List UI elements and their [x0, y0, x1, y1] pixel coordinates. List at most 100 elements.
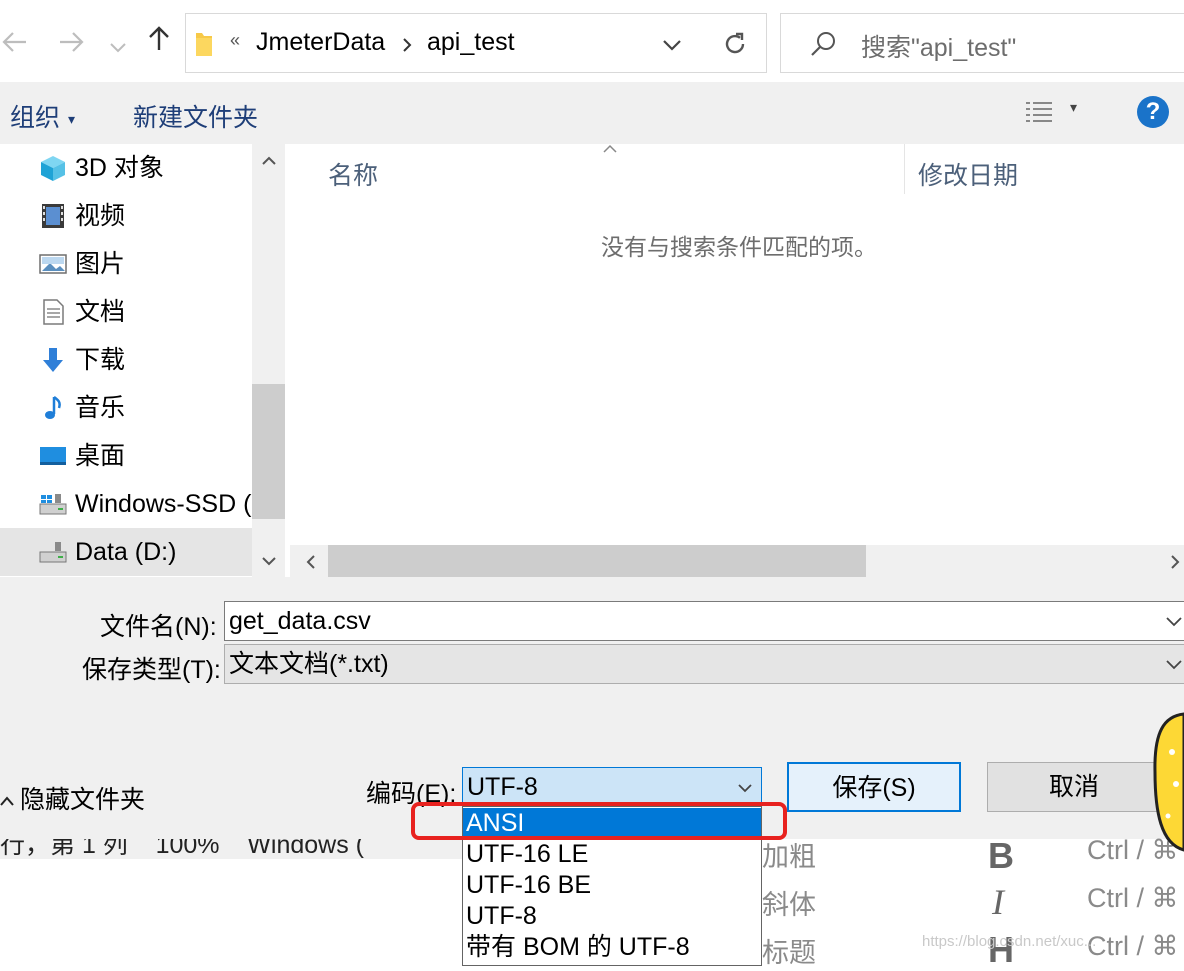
caret-down-icon: ▾ [1070, 99, 1078, 115]
folder-icon [196, 33, 212, 56]
up-button[interactable] [148, 22, 170, 62]
horizontal-scrollbar[interactable] [290, 545, 1184, 577]
drive-icon [39, 542, 67, 563]
back-button[interactable] [2, 24, 28, 64]
bold-icon: B [988, 835, 1014, 876]
sidebar-item-pictures[interactable]: 图片 [38, 242, 250, 286]
sort-ascending-icon [603, 144, 617, 153]
desktop-icon [40, 447, 66, 465]
sidebar-item-music[interactable]: 音乐 [38, 386, 250, 430]
sidebar-item-label: 音乐 [75, 394, 126, 422]
encoding-option-utf8-bom[interactable]: 带有 BOM 的 UTF-8 [463, 932, 761, 963]
forward-button[interactable] [58, 24, 84, 64]
sidebar-item-desktop[interactable]: 桌面 [38, 434, 250, 478]
navigation-pane: 3D 对象 视频 图片 文档 下载 音乐 桌面 Windows-SSD (Da… [0, 144, 285, 577]
hide-folders-label: 隐藏文件夹 [20, 786, 146, 814]
sidebar-item-downloads[interactable]: 下载 [38, 338, 250, 382]
sidebar-item-data-d[interactable]: Data (D:) [38, 530, 250, 574]
command-toolbar: 组织 ▾ 新建文件夹 ▾ ? [0, 82, 1184, 144]
drive-icon [39, 494, 67, 515]
cancel-button[interactable]: 取消 [987, 762, 1161, 812]
background-menu-heading-label: 标题 [762, 938, 816, 968]
navigation-bar: « JmeterData api_test 搜索"api_test" [0, 0, 1184, 82]
filename-label: 文件名(N): [100, 613, 217, 641]
recent-locations-button[interactable] [110, 24, 126, 64]
sidebar-item-documents[interactable]: 文档 [38, 290, 250, 334]
save-form: 文件名(N): get_data.csv 保存类型(T): 文本文档(*.txt… [0, 577, 1184, 839]
details-view-icon [1026, 102, 1052, 122]
filetype-select[interactable]: 文本文档(*.txt) [224, 644, 1184, 684]
arrow-up-icon [149, 26, 169, 50]
music-icon [45, 395, 61, 419]
sidebar-item-3d-objects[interactable]: 3D 对象 [38, 146, 250, 190]
sticker-decoration [1153, 712, 1184, 852]
encoding-option-utf16be[interactable]: UTF-16 BE [463, 870, 761, 901]
arrow-left-icon [2, 32, 26, 52]
chevron-down-icon[interactable] [1165, 616, 1183, 628]
sidebar-item-label: 视频 [75, 202, 126, 230]
view-options-button[interactable]: ▾ [1024, 99, 1077, 130]
sidebar-item-label: 3D 对象 [75, 154, 164, 182]
arrow-right-icon [60, 32, 84, 52]
column-header-modified[interactable]: 修改日期 [918, 156, 1018, 192]
downloads-icon [43, 348, 63, 372]
chevron-down-icon [738, 784, 752, 793]
scroll-down-icon[interactable] [262, 556, 276, 566]
help-button[interactable]: ? [1137, 96, 1169, 128]
sidebar-item-windows-ssd[interactable]: Windows-SSD ( [38, 482, 252, 526]
scrollbar-thumb[interactable] [252, 384, 285, 519]
search-input[interactable]: 搜索"api_test" [861, 28, 1016, 64]
sidebar-item-label: Data (D:) [75, 538, 177, 566]
caret-down-icon: ▾ [68, 110, 76, 127]
breadcrumb-overflow[interactable]: « [230, 30, 240, 51]
pictures-icon [39, 254, 67, 274]
filename-value: get_data.csv [229, 607, 371, 635]
breadcrumb-item-jmeterdata[interactable]: JmeterData [256, 28, 385, 57]
column-divider [904, 144, 905, 194]
annotation-highlight [411, 802, 787, 840]
scroll-up-icon[interactable] [262, 156, 276, 166]
watermark: https://blog.csdn.net/xuc... [922, 933, 1097, 950]
address-bar[interactable]: « JmeterData api_test [185, 13, 889, 73]
chevron-up-icon [0, 796, 14, 807]
search-icon [811, 32, 835, 56]
sidebar-item-videos[interactable]: 视频 [38, 194, 250, 238]
sidebar-item-label: Windows-SSD ( [75, 490, 252, 518]
sidebar-item-label: 文档 [75, 298, 126, 326]
sidebar-item-label: 图片 [75, 250, 126, 278]
background-menu-italic-label: 斜体 [762, 890, 816, 920]
breadcrumb-item-api-test[interactable]: api_test [427, 28, 515, 57]
column-header-name[interactable]: 名称 [328, 156, 378, 192]
scroll-left-icon[interactable] [306, 555, 316, 569]
scroll-right-icon[interactable] [1170, 555, 1180, 569]
search-box[interactable]: 搜索"api_test" [780, 13, 1184, 73]
organize-button[interactable]: 组织 ▾ [10, 98, 75, 134]
3d-objects-icon [41, 156, 65, 181]
hide-folders-toggle[interactable]: 隐藏文件夹 [0, 780, 145, 816]
filetype-label: 保存类型(T): [82, 656, 221, 684]
background-shortcut: Ctrl / ⌘ [1087, 883, 1179, 913]
videos-icon [42, 204, 64, 228]
italic-icon: I [992, 882, 1004, 922]
chevron-down-icon [110, 43, 126, 53]
save-button[interactable]: 保存(S) [787, 762, 961, 812]
vertical-scrollbar[interactable] [252, 144, 285, 577]
refresh-icon[interactable] [722, 31, 748, 57]
filename-field[interactable]: get_data.csv [224, 601, 1184, 641]
encoding-option-utf16le[interactable]: UTF-16 LE [463, 839, 761, 870]
encoding-option-utf8[interactable]: UTF-8 [463, 901, 761, 932]
organize-label: 组织 [10, 104, 61, 132]
filetype-value: 文本文档(*.txt) [229, 650, 389, 678]
new-folder-button[interactable]: 新建文件夹 [133, 98, 258, 134]
background-shortcut: Ctrl / ⌘ [1087, 931, 1179, 961]
sidebar-item-label: 桌面 [75, 442, 126, 470]
chevron-down-icon[interactable] [662, 39, 682, 51]
chevron-right-icon [403, 38, 412, 52]
background-menu-bold-label: 加粗 [762, 842, 816, 872]
background-status-text: 行，第 1 列 100% Windows ( [0, 839, 364, 859]
chevron-down-icon [1166, 660, 1182, 670]
sidebar-item-label: 下载 [75, 346, 126, 374]
scrollbar-thumb[interactable] [328, 545, 866, 577]
file-list: 名称 修改日期 没有与搜索条件匹配的项。 [290, 144, 1184, 577]
encoding-value: UTF-8 [467, 773, 538, 801]
